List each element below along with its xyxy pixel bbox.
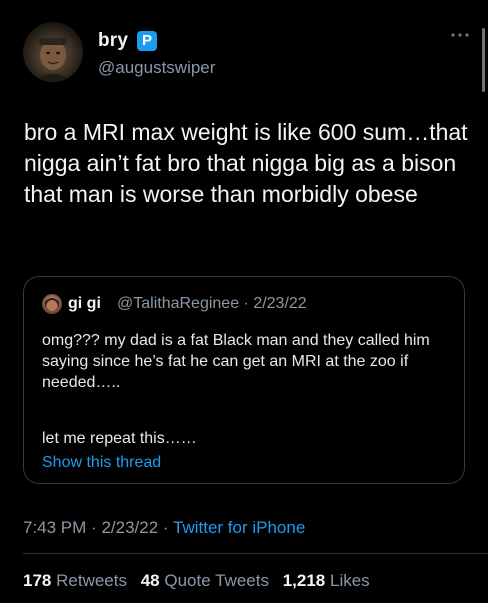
divider	[23, 553, 488, 554]
tweet-stats: 178 Retweets 48 Quote Tweets 1,218 Likes	[23, 571, 379, 591]
tweet-text: bro a MRI max weight is like 600 sum…tha…	[24, 119, 468, 207]
meta-separator: ·	[91, 518, 97, 537]
quote-tweets-label: Quote Tweets	[164, 571, 269, 590]
quoted-tweet[interactable]: gi gi @TalithaReginee · 2/23/22 omg??? m…	[23, 276, 465, 484]
author-badge-icon: P	[137, 31, 157, 51]
quoted-author-handle-date: @TalithaReginee · 2/23/22	[117, 295, 307, 312]
retweets-count: 178	[23, 571, 52, 590]
quote-tweets-stat[interactable]: 48 Quote Tweets	[141, 571, 269, 590]
tweet-timestamp: 7:43 PM · 2/23/22 · Twitter for iPhone	[23, 518, 305, 538]
more-horizontal-icon[interactable]	[447, 26, 473, 44]
quote-tweets-count: 48	[140, 571, 160, 590]
retweets-stat[interactable]: 178 Retweets	[23, 571, 127, 590]
quoted-tweet-text: omg??? my dad is a fat Black man and the…	[42, 332, 430, 391]
tweet-header: bry P @augustswiper	[23, 22, 473, 82]
show-thread-link[interactable]: Show this thread	[42, 454, 161, 472]
quoted-author-display-name: gi gi	[68, 295, 101, 312]
tweet-time[interactable]: 7:43 PM	[23, 518, 86, 537]
author-handle[interactable]: @augustswiper	[98, 58, 215, 78]
tweet-source-link[interactable]: Twitter for iPhone	[173, 518, 305, 537]
meta-separator-2: ·	[162, 518, 169, 537]
quoted-author-avatar	[42, 294, 62, 314]
retweets-label: Retweets	[56, 571, 127, 590]
likes-label: Likes	[329, 571, 370, 590]
tweet-date[interactable]: 2/23/22	[101, 518, 158, 537]
scrollbar[interactable]	[482, 28, 485, 92]
author-display-name[interactable]: bry	[98, 30, 128, 52]
likes-stat[interactable]: 1,218 Likes	[283, 571, 370, 590]
likes-count: 1,218	[282, 571, 326, 590]
author-avatar[interactable]	[23, 22, 83, 82]
quoted-tweet-text-2: let me repeat this……	[42, 430, 197, 447]
